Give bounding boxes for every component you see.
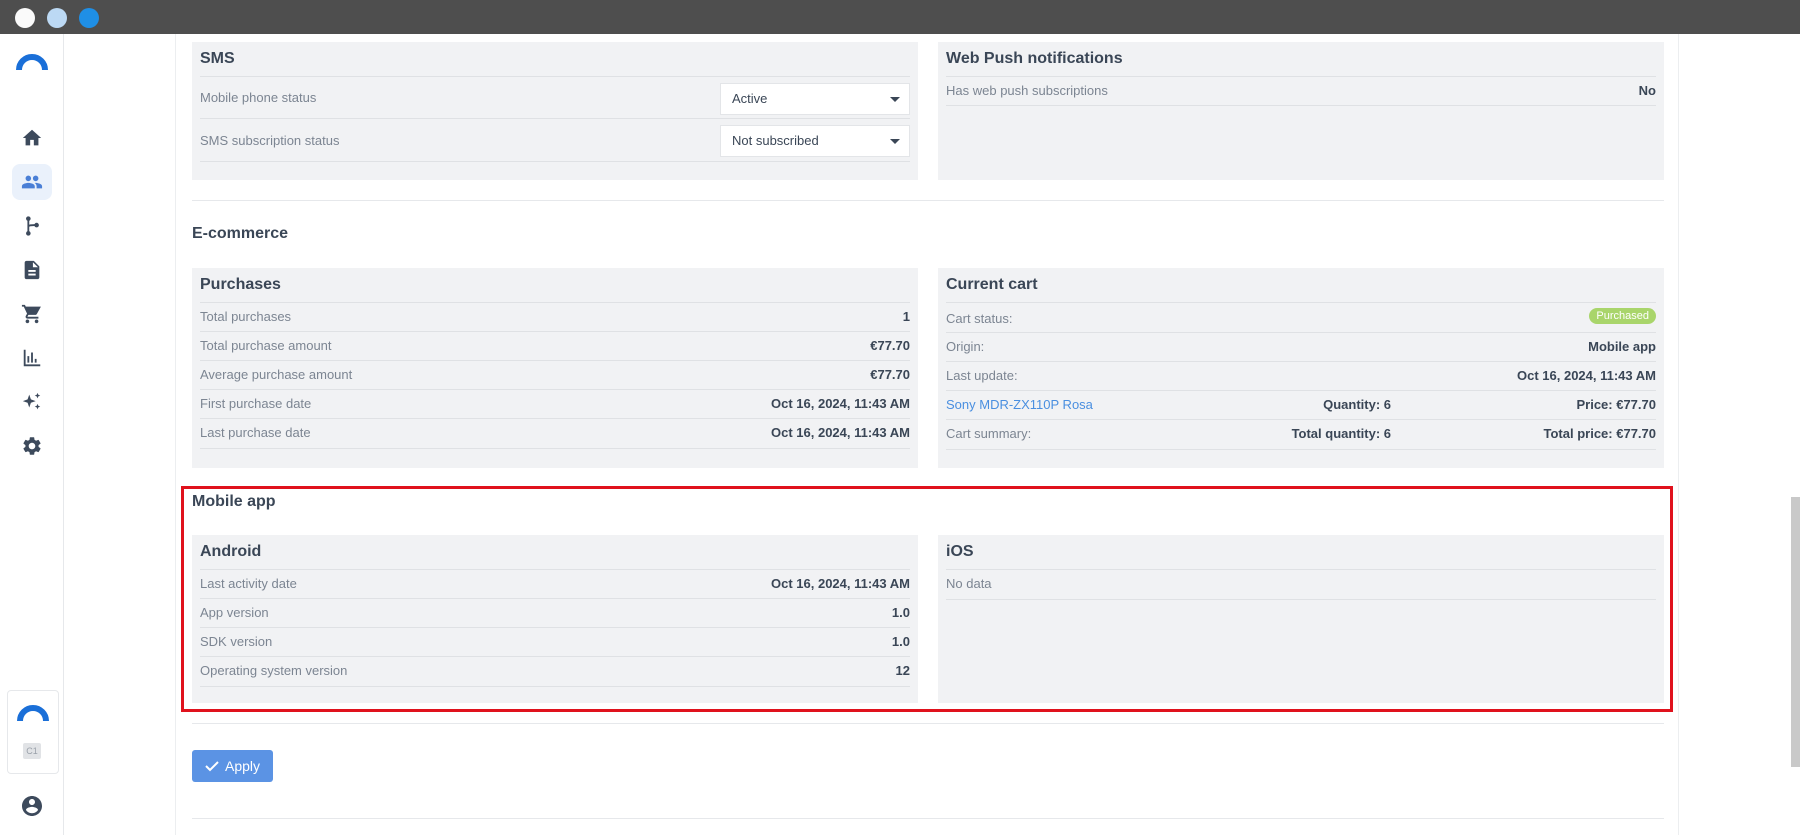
- cart-last-update-value: Oct 16, 2024, 11:43 AM: [1517, 368, 1656, 383]
- scrollbar-thumb[interactable]: [1791, 497, 1800, 767]
- sidebar-item-ai[interactable]: [12, 384, 52, 420]
- purchase-row-label: Total purchases: [200, 309, 292, 324]
- web-push-row: Has web push subscriptions No: [946, 76, 1656, 106]
- cart-last-update-label: Last update:: [946, 368, 1018, 383]
- apply-button-label: Apply: [224, 758, 261, 774]
- mobile-app-highlight-box: [181, 486, 1673, 712]
- status-badge: Purchased: [1589, 308, 1656, 324]
- sidebar-item-people[interactable]: [12, 164, 52, 200]
- home-icon: [22, 129, 42, 146]
- window-titlebar: [0, 0, 1800, 34]
- apply-button[interactable]: Apply: [192, 750, 273, 782]
- chevron-down-icon: [890, 97, 900, 102]
- cart-origin-label: Origin:: [946, 339, 985, 354]
- cart-item-link[interactable]: Sony MDR-ZX110P Rosa: [946, 397, 1093, 412]
- people-icon: [21, 175, 43, 189]
- section-divider: [192, 818, 1664, 819]
- purchase-row: Average purchase amount €77.70: [200, 360, 910, 390]
- sms-subscription-select[interactable]: Not subscribed: [720, 125, 910, 157]
- cart-item-quantity: Quantity: 6: [1323, 397, 1391, 412]
- web-push-label: Has web push subscriptions: [946, 83, 1108, 98]
- purchase-row-label: Average purchase amount: [200, 367, 353, 382]
- web-push-card: Web Push notifications Has web push subs…: [938, 42, 1664, 180]
- purchase-row: First purchase date Oct 16, 2024, 11:43 …: [200, 389, 910, 419]
- purchase-row-value: €77.70: [870, 338, 910, 353]
- mobile-phone-status-row: Mobile phone status Active: [200, 76, 910, 119]
- purchase-row: Last purchase date Oct 16, 2024, 11:43 A…: [200, 418, 910, 449]
- brand-logo-small-icon: [17, 703, 49, 728]
- purchase-row-label: Total purchase amount: [200, 338, 332, 353]
- sidebar-item-settings[interactable]: [12, 428, 52, 464]
- current-cart-card: Current cart Cart status: Purchased Orig…: [938, 268, 1664, 468]
- sms-subscription-label: SMS subscription status: [200, 133, 340, 148]
- chart-icon: [23, 349, 41, 367]
- sidebar-item-analytics[interactable]: [12, 340, 52, 376]
- web-push-card-title: Web Push notifications: [946, 50, 1123, 67]
- content-border-left: [175, 34, 176, 835]
- cart-status-label: Cart status:: [946, 311, 1013, 326]
- cart-origin-row: Origin: Mobile app: [946, 332, 1656, 362]
- sms-card: SMS Mobile phone status Active SMS subsc…: [192, 42, 918, 180]
- mobile-phone-status-value: Active: [732, 91, 768, 106]
- cart-summary-row: Cart summary: Total quantity: 6 Total pr…: [946, 419, 1656, 450]
- gear-icon: [23, 437, 41, 455]
- sms-subscription-row: SMS subscription status Not subscribed: [200, 118, 910, 162]
- cart-status-row: Cart status: Purchased: [946, 302, 1656, 333]
- cart-summary-label: Cart summary:: [946, 426, 1032, 441]
- window-minimize-button[interactable]: [47, 8, 67, 28]
- sparkle-icon: [22, 392, 41, 410]
- mobile-phone-status-label: Mobile phone status: [200, 90, 317, 105]
- cart-last-update-row: Last update: Oct 16, 2024, 11:43 AM: [946, 361, 1656, 391]
- purchase-row-value: €77.70: [870, 367, 910, 382]
- purchase-row: Total purchases 1: [200, 302, 910, 332]
- sidebar-item-documents[interactable]: [12, 252, 52, 288]
- purchase-row-value: 1: [902, 309, 910, 324]
- purchase-row: Total purchase amount €77.70: [200, 331, 910, 361]
- purchase-row-value: Oct 16, 2024, 11:43 AM: [771, 396, 910, 411]
- section-divider: [192, 200, 1664, 201]
- purchase-row-value: Oct 16, 2024, 11:43 AM: [771, 425, 910, 440]
- check-icon: [205, 761, 219, 772]
- web-push-value: No: [1638, 83, 1656, 98]
- section-divider: [192, 723, 1664, 724]
- cart-item-row: Sony MDR-ZX110P Rosa Quantity: 6 Price: …: [946, 390, 1656, 420]
- sidebar-item-home[interactable]: [12, 120, 52, 156]
- user-profile-icon[interactable]: [20, 794, 44, 823]
- cart-item-price: Price: €77.70: [1576, 397, 1656, 412]
- window-close-button[interactable]: [15, 8, 35, 28]
- cart-origin-value: Mobile app: [1588, 339, 1656, 354]
- account-switcher[interactable]: C1: [7, 690, 59, 774]
- brand-logo-icon[interactable]: [16, 52, 48, 77]
- account-badge: C1: [23, 743, 41, 759]
- flow-icon: [26, 216, 39, 236]
- content-border-right: [1678, 34, 1679, 835]
- current-cart-card-title: Current cart: [946, 276, 1038, 293]
- sidebar-item-ecommerce[interactable]: [12, 296, 52, 332]
- purchases-card-title: Purchases: [200, 276, 281, 293]
- document-icon: [24, 260, 40, 280]
- mobile-phone-status-select[interactable]: Active: [720, 83, 910, 115]
- purchases-card: Purchases Total purchases 1 Total purcha…: [192, 268, 918, 468]
- cart-summary-price: Total price: €77.70: [1543, 426, 1656, 441]
- sidebar-rail: C1: [0, 34, 64, 835]
- window-maximize-button[interactable]: [79, 8, 99, 28]
- purchase-row-label: First purchase date: [200, 396, 312, 411]
- cart-summary-quantity: Total quantity: 6: [1291, 426, 1391, 441]
- purchase-row-label: Last purchase date: [200, 425, 311, 440]
- sms-card-title: SMS: [200, 50, 235, 67]
- sms-subscription-value: Not subscribed: [732, 133, 819, 148]
- cart-icon: [21, 304, 41, 324]
- ecommerce-section-title: E-commerce: [192, 225, 289, 242]
- sidebar-item-flows[interactable]: [12, 208, 52, 244]
- chevron-down-icon: [890, 139, 900, 144]
